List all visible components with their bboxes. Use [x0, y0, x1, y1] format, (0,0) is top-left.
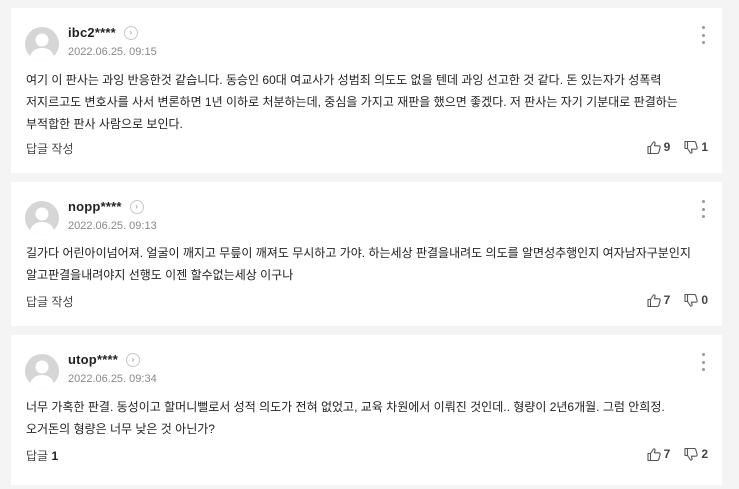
reply-label: 답글: [26, 449, 49, 463]
default-avatar-icon[interactable]: [25, 201, 59, 235]
dislike-count: 0: [701, 293, 708, 307]
like-button[interactable]: 7: [647, 293, 671, 307]
comment-author-info: ibc2**** › 2022.06.25. 09:15: [68, 25, 157, 58]
comment-footer: 답글 작성 9 1: [26, 140, 708, 156]
thumbs-down-icon: [684, 293, 699, 307]
more-vertical-icon[interactable]: [698, 353, 708, 371]
reply-button[interactable]: 답글 작성: [26, 295, 74, 309]
username[interactable]: utop****: [68, 352, 118, 367]
reply-button[interactable]: 답글 작성: [26, 142, 74, 156]
like-count: 7: [663, 293, 671, 307]
thumbs-down-icon: [684, 140, 699, 154]
default-avatar-icon[interactable]: [25, 354, 59, 388]
username[interactable]: nopp****: [68, 199, 122, 214]
dislike-button[interactable]: 2: [684, 447, 708, 461]
reply-label: 답글 작성: [26, 295, 74, 309]
comment-text: 길가다 어린아이넘어져. 얼굴이 깨지고 무릎이 깨져도 무시하고 가야. 하는…: [26, 246, 691, 282]
username[interactable]: ibc2****: [68, 25, 116, 40]
like-button[interactable]: 9: [647, 140, 671, 154]
comment-date: 2022.06.25. 09:15: [68, 46, 157, 58]
thumbs-up-icon: [647, 140, 661, 154]
comment-card: utop**** › 2022.06.25. 09:34 너무 가혹한 판결. …: [11, 335, 722, 485]
vote-group: 7 2: [633, 447, 708, 461]
comment-author-info: utop**** › 2022.06.25. 09:34: [68, 352, 157, 385]
comment-date: 2022.06.25. 09:13: [68, 220, 157, 232]
like-count: 7: [663, 447, 671, 461]
comment-text: 너무 가혹한 판결. 동성이고 할머니뻘로서 성적 의도가 전혀 없었고, 교육…: [26, 400, 665, 436]
chevron-right-circle-icon[interactable]: ›: [129, 199, 144, 214]
reply-label: 답글 작성: [26, 142, 74, 156]
dislike-button[interactable]: 0: [684, 293, 708, 307]
vote-group: 9 1: [633, 140, 708, 154]
chevron-right-circle-icon[interactable]: ›: [126, 352, 140, 367]
comment-list: ibc2**** › 2022.06.25. 09:15 여기 이 판사는 과잉…: [0, 0, 739, 489]
reply-count: 1: [51, 449, 59, 463]
dislike-count: 1: [701, 140, 708, 154]
more-vertical-icon[interactable]: [698, 200, 708, 218]
like-count: 9: [663, 140, 671, 154]
reply-button[interactable]: 답글 1: [26, 449, 58, 463]
vote-group: 7 0: [633, 293, 708, 307]
like-button[interactable]: 7: [647, 447, 671, 461]
comment-footer: 답글 1 7 2: [26, 447, 708, 463]
thumbs-up-icon: [647, 293, 661, 307]
thumbs-up-icon: [647, 447, 661, 461]
comment-text: 여기 이 판사는 과잉 반응한것 같습니다. 동승인 60대 여교사가 성범죄 …: [26, 73, 678, 131]
more-vertical-icon[interactable]: [698, 26, 708, 44]
default-avatar-icon[interactable]: [25, 27, 59, 61]
comment-date: 2022.06.25. 09:34: [68, 373, 157, 385]
dislike-count: 2: [701, 447, 708, 461]
comment-footer: 답글 작성 7 0: [26, 293, 708, 309]
comment-card: ibc2**** › 2022.06.25. 09:15 여기 이 판사는 과잉…: [11, 8, 722, 173]
comment-author-info: nopp**** › 2022.06.25. 09:13: [68, 199, 157, 232]
dislike-button[interactable]: 1: [684, 140, 708, 154]
thumbs-down-icon: [684, 447, 699, 461]
chevron-right-circle-icon[interactable]: ›: [123, 25, 138, 40]
comment-card: nopp**** › 2022.06.25. 09:13 길가다 어린아이넘어져…: [11, 182, 722, 326]
